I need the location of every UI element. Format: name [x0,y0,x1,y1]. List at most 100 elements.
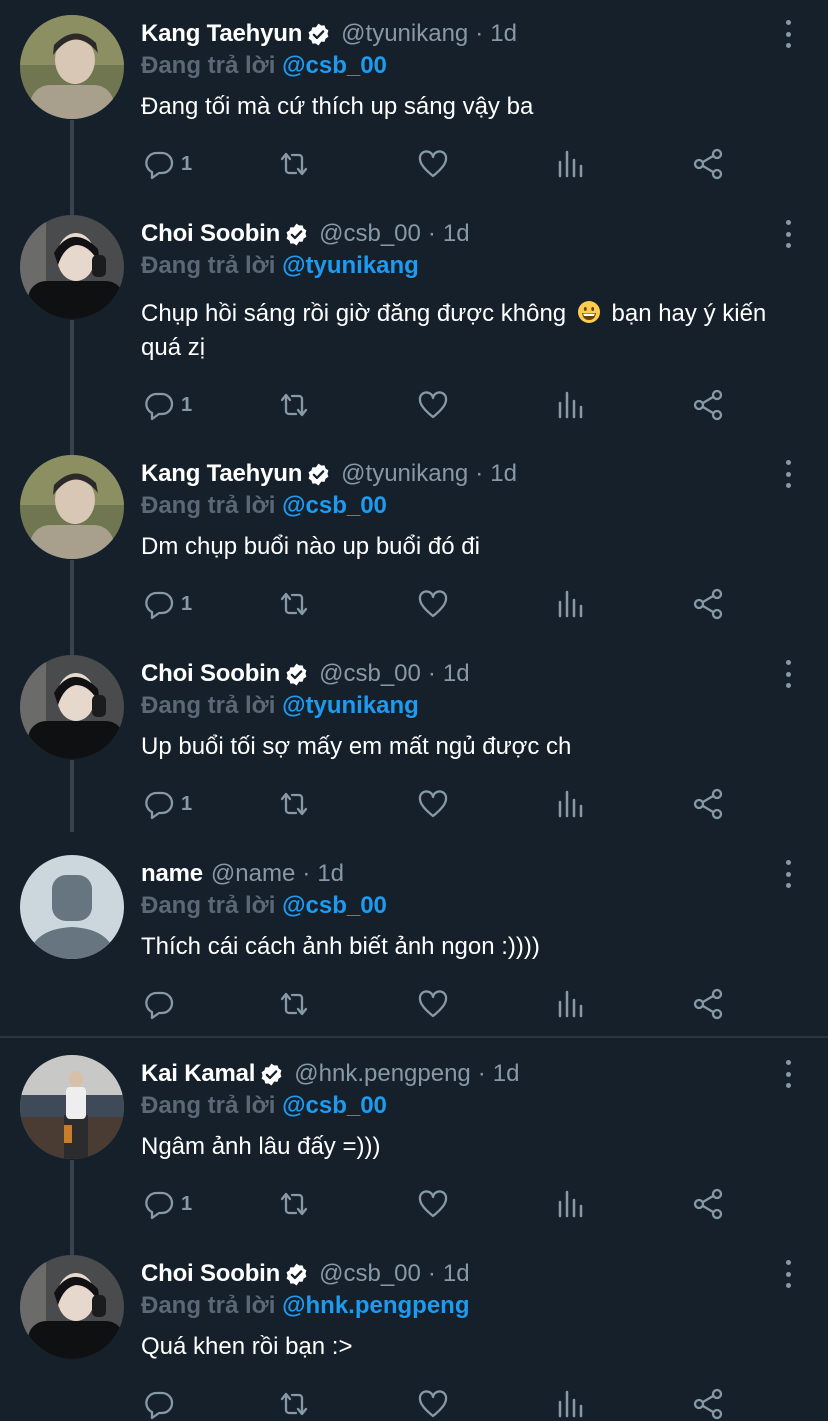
more-vertical-icon[interactable] [782,220,794,248]
timestamp[interactable]: 1d [490,20,517,48]
share-button[interactable] [691,987,725,1021]
timestamp[interactable]: 1d [493,1060,520,1088]
share-button[interactable] [691,587,725,621]
mention-link[interactable]: @csb_00 [282,492,387,519]
verified-badge-icon [284,662,309,687]
views-button[interactable] [555,1187,587,1221]
timestamp[interactable]: 1d [490,460,517,488]
display-name[interactable]: Kang Taehyun [141,460,302,488]
avatar[interactable] [20,15,124,119]
replying-to-label: Đang trả lời [141,1092,276,1119]
tweet[interactable]: Choi Soobin @csb_00 · 1d Đang trả lời @t… [0,200,828,440]
more-vertical-icon[interactable] [782,660,794,688]
like-button[interactable] [417,787,449,821]
retweet-button[interactable] [277,1387,311,1421]
retweet-button[interactable] [277,787,311,821]
share-button[interactable] [691,147,725,181]
retweet-button[interactable] [277,388,311,422]
views-button[interactable] [555,388,587,422]
tweet[interactable]: Choi Soobin @csb_00 · 1d Đang trả lời @h… [0,1240,828,1420]
reply-button[interactable]: 1 [143,787,192,821]
avatar[interactable] [20,455,124,559]
reply-button[interactable]: 1 [143,1187,192,1221]
timestamp[interactable]: 1d [443,220,470,248]
action-bar: 1 [141,587,741,621]
tweet[interactable]: Choi Soobin @csb_00 · 1d Đang trả lời @t… [0,640,828,840]
user-handle[interactable]: @tyunikang [341,20,468,48]
analytics-bars-icon [558,590,583,618]
action-bar [141,987,741,1021]
more-vertical-icon[interactable] [782,460,794,488]
tweet[interactable]: name @name · 1d Đang trả lời @csb_00 Thí… [0,840,828,1036]
more-vertical-icon[interactable] [782,860,794,888]
like-button[interactable] [417,1187,449,1221]
mention-link[interactable]: @csb_00 [282,1092,387,1119]
share-button[interactable] [691,1387,725,1421]
analytics-bars-icon [558,1190,583,1218]
display-name[interactable]: Kang Taehyun [141,20,302,48]
display-name[interactable]: name [141,860,203,888]
user-handle[interactable]: @csb_00 [319,1260,421,1288]
views-button[interactable] [555,987,587,1021]
mention-link[interactable]: @hnk.pengpeng [282,1292,469,1319]
mention-link[interactable]: @tyunikang [282,692,419,719]
tweet-text: Ngâm ảnh lâu đấy =))) [141,1133,381,1160]
share-button[interactable] [691,787,725,821]
avatar[interactable] [20,855,124,959]
reply-button[interactable]: 1 [143,388,192,422]
tweet[interactable]: Kang Taehyun @tyunikang · 1d Đang trả lờ… [0,0,828,200]
mention-link[interactable]: @tyunikang [282,252,419,279]
user-handle[interactable]: @hnk.pengpeng [294,1060,471,1088]
reply-button[interactable] [143,987,181,1021]
analytics-bars-icon [558,391,583,419]
tweet-text: Dm chụp buổi nào up buổi đó đi [141,533,480,560]
reply-button[interactable]: 1 [143,147,192,181]
mention-link[interactable]: @csb_00 [282,52,387,79]
like-button[interactable] [417,987,449,1021]
display-name[interactable]: Kai Kamal [141,1060,255,1088]
more-vertical-icon[interactable] [782,1260,794,1288]
user-handle[interactable]: @csb_00 [319,220,421,248]
avatar[interactable] [20,215,124,319]
retweet-button[interactable] [277,587,311,621]
like-button[interactable] [417,388,449,422]
more-vertical-icon[interactable] [782,1060,794,1088]
user-handle[interactable]: @name [211,860,295,888]
retweet-button[interactable] [277,1187,311,1221]
views-button[interactable] [555,147,587,181]
thread-divider [0,1036,828,1038]
tweet[interactable]: Kai Kamal @hnk.pengpeng · 1d Đang trả lờ… [0,1040,828,1240]
tweet[interactable]: Kang Taehyun @tyunikang · 1d Đang trả lờ… [0,440,828,640]
share-button[interactable] [691,388,725,422]
retweet-button[interactable] [277,147,311,181]
timestamp[interactable]: 1d [443,660,470,688]
tweet-text: Chụp hồi sáng rồi giờ đăng được không bạ… [141,297,791,365]
avatar[interactable] [20,1255,124,1359]
user-handle[interactable]: @tyunikang [341,460,468,488]
verified-badge-icon [259,1062,284,1087]
display-name[interactable]: Choi Soobin [141,1260,280,1288]
replying-to-label: Đang trả lời [141,252,276,279]
display-name[interactable]: Choi Soobin [141,220,280,248]
avatar[interactable] [20,655,124,759]
views-button[interactable] [555,1387,587,1421]
comment-bubble-icon [145,1391,174,1420]
like-button[interactable] [417,587,449,621]
reply-button[interactable]: 1 [143,587,192,621]
replying-to-label: Đang trả lời [141,692,276,719]
like-button[interactable] [417,147,449,181]
retweet-button[interactable] [277,987,311,1021]
display-name[interactable]: Choi Soobin [141,660,280,688]
timestamp[interactable]: 1d [443,1260,470,1288]
like-button[interactable] [417,1387,449,1421]
share-button[interactable] [691,1187,725,1221]
user-handle[interactable]: @csb_00 [319,660,421,688]
timestamp[interactable]: 1d [317,860,344,888]
mention-link[interactable]: @csb_00 [282,892,387,919]
avatar[interactable] [20,1055,124,1159]
views-button[interactable] [555,587,587,621]
separator-dot: · [477,1060,486,1087]
reply-button[interactable] [143,1387,181,1421]
views-button[interactable] [555,787,587,821]
more-vertical-icon[interactable] [782,20,794,48]
